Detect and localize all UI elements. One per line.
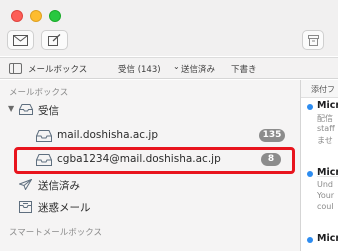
unread-count-badge: 135 [259, 129, 285, 142]
highlight-box [14, 147, 295, 174]
favorites-drafts[interactable]: 下書き [231, 63, 257, 75]
envelope-icon [13, 34, 28, 46]
sidebar-item-sent[interactable]: 送信済み [38, 178, 80, 193]
unread-dot-icon [307, 171, 313, 177]
sidebar-item-inbox[interactable]: 受信 [38, 103, 59, 118]
sidebar-item-account[interactable]: mail.doshisha.ac.jp [57, 129, 158, 141]
message-preview-line: ませ [317, 136, 333, 145]
message-sender[interactable]: Micr [317, 167, 338, 178]
unread-dot-icon [307, 237, 313, 243]
close-window-button[interactable] [11, 10, 23, 22]
message-sender[interactable]: Micr [317, 233, 338, 244]
sidebar-item-junk[interactable]: 迷惑メール [38, 200, 91, 215]
minimize-window-button[interactable] [30, 10, 42, 22]
favorites-mailboxes[interactable]: メールボックス [28, 63, 87, 75]
archive-icon [307, 34, 319, 46]
compose-button[interactable] [41, 30, 68, 50]
section-mailboxes: メールボックス [9, 88, 69, 98]
message-preview-line: coul [317, 202, 334, 211]
inbox-tray-icon [36, 130, 52, 142]
window-toolbar [0, 0, 338, 56]
section-smart-mailboxes: スマートメールボックス [9, 228, 102, 238]
inbox-tray-icon [19, 104, 33, 115]
sidebar-toggle-icon[interactable] [9, 63, 22, 74]
message-preview-line: Und [317, 180, 334, 189]
message-sender[interactable]: Micr [317, 100, 338, 111]
favorites-sent[interactable]: 送信済み [181, 63, 215, 75]
sent-plane-icon [19, 179, 32, 190]
message-preview-line: Your [317, 191, 335, 200]
get-mail-button[interactable] [7, 30, 34, 50]
message-preview-line: staff [317, 124, 335, 133]
favorites-inbox[interactable]: 受信 (143) [118, 63, 161, 75]
junk-bin-icon [19, 201, 32, 213]
compose-icon [48, 34, 61, 46]
favorites-bar: メールボックス 受信 (143) ⌄ 送信済み 下書き [0, 57, 338, 79]
disclosure-triangle-icon[interactable]: ▼ [8, 104, 14, 113]
archive-button[interactable] [302, 30, 324, 50]
unread-dot-icon [307, 104, 313, 110]
message-preview-line: 配信 [317, 114, 333, 123]
message-list-header[interactable]: 添付フ [301, 80, 338, 98]
zoom-window-button[interactable] [49, 10, 61, 22]
chevron-down-icon[interactable]: ⌄ [173, 62, 180, 71]
